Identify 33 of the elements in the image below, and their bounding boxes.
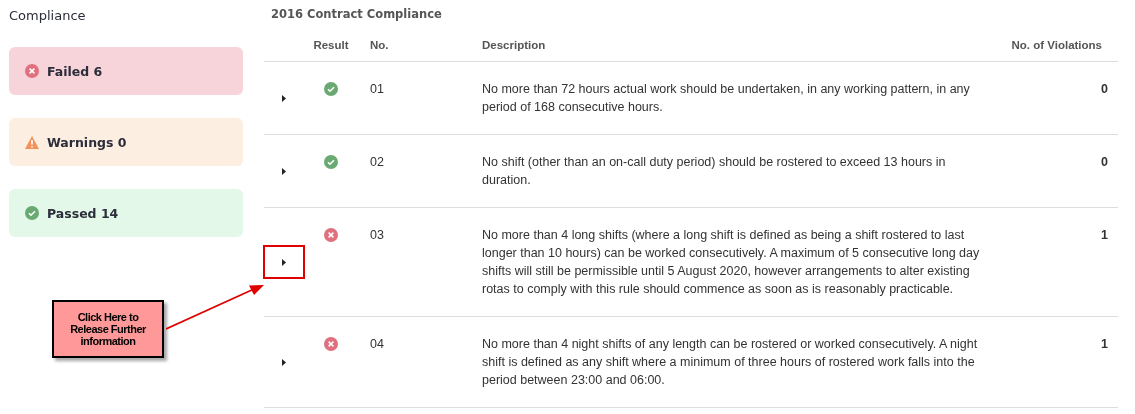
summary-label: Passed 14: [47, 205, 119, 221]
table-cell: 0: [992, 62, 1118, 135]
table-cell: 04: [358, 317, 482, 408]
table-cell: 02: [358, 135, 482, 208]
summary-card[interactable]: Passed 14: [9, 189, 243, 237]
table-cell: 1: [992, 208, 1118, 317]
table-cell: 0: [992, 135, 1118, 208]
column-header: No. of Violations: [1011, 39, 1102, 51]
caret-icon: [282, 94, 286, 102]
caret-icon: [282, 167, 286, 175]
warning-icon: [25, 135, 39, 149]
callout-box: Click Here to Release Further information: [52, 300, 164, 358]
table-cell: 01: [358, 62, 482, 135]
column-header: No.: [370, 39, 389, 51]
column-header: Result: [313, 39, 349, 51]
section-title: Compliance: [9, 8, 87, 23]
expand-button[interactable]: [264, 246, 304, 278]
caret-icon: [282, 258, 286, 266]
column-header: Description: [482, 39, 546, 51]
summary-label: Warnings 0: [47, 134, 127, 150]
summary-card[interactable]: Failed 6: [9, 47, 243, 95]
caret-icon: [282, 358, 286, 366]
check-circle-icon: [25, 206, 39, 220]
table-cell: No shift (other than an on-call duty period) should be rostered to exceed 13 hours in duration.: [482, 135, 992, 208]
table-cell: No more than 72 hours actual work should be undertaken, in any working pattern, in any period of 168 consecutive hours.: [482, 62, 992, 135]
table-cell: No more than 4 night shifts of any length can be rostered or worked consecutively. A night shift is defined as any shift where a minimum of three hours of rostered work falls into the period between 23:00 and 06:00.: [482, 317, 992, 408]
table-cell: 1: [992, 317, 1118, 408]
summary-label: Failed 6: [47, 63, 103, 79]
table-cell: 03: [358, 208, 482, 317]
cross-circle-icon: [25, 64, 39, 78]
table-cell: No more than 4 long shifts (where a long shift is defined as being a shift rostered to last longer than 10 hours) can be worked consecutively. A maximum of 5 consecutive long day shifts will still be permissible until 5 August 2020, however arrangements to alter existing rotas to comply with this rule should commence as soon as is reasonably practicable.: [482, 208, 992, 317]
table-title: 2016 Contract Compliance: [271, 7, 443, 21]
summary-card[interactable]: Warnings 0: [9, 118, 243, 166]
